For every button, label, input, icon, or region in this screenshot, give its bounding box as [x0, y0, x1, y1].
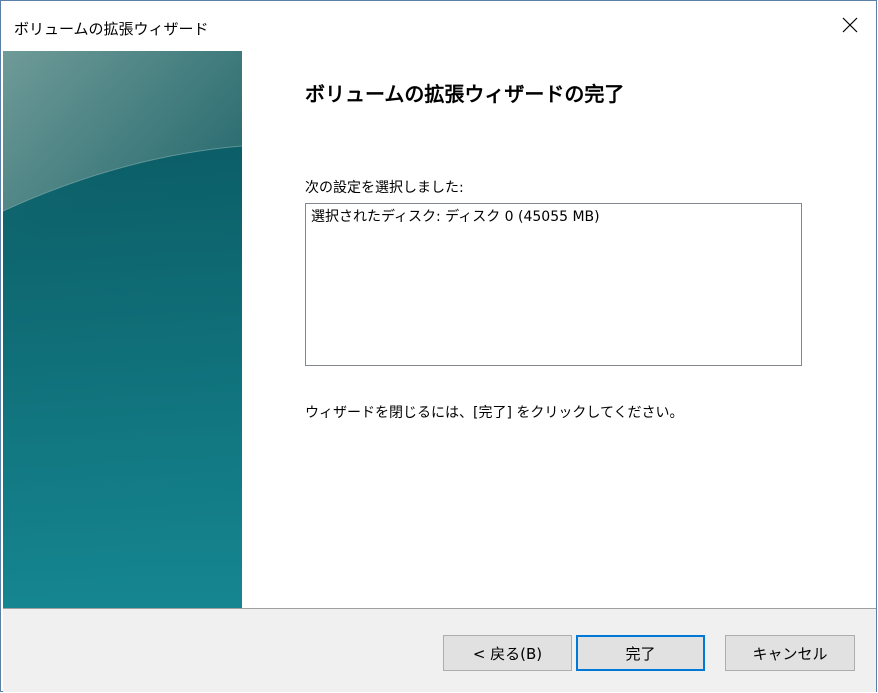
- wizard-window: ボリュームの拡張ウィザード ボリュームの拡張ウィザードの完了 次の設定を選択しま…: [0, 0, 877, 692]
- selected-settings-box[interactable]: 選択されたディスク: ディスク 0 (45055 MB): [305, 203, 802, 366]
- close-icon: [842, 17, 858, 33]
- window-title: ボリュームの拡張ウィザード: [14, 20, 209, 38]
- close-button[interactable]: [832, 11, 868, 41]
- page-title: ボリュームの拡張ウィザードの完了: [305, 82, 625, 106]
- close-instruction-text: ウィザードを閉じるには、[完了] をクリックしてください。: [305, 405, 684, 421]
- settings-line: 選択されたディスク: ディスク 0 (45055 MB): [311, 209, 600, 225]
- title-bar: ボリュームの拡張ウィザード: [1, 1, 876, 51]
- selected-settings-label: 次の設定を選択しました:: [305, 180, 464, 196]
- button-bar: < 戻る(B) 完了 キャンセル: [3, 609, 876, 692]
- finish-button[interactable]: 完了: [576, 635, 705, 671]
- wizard-side-banner: [3, 51, 242, 608]
- back-button[interactable]: < 戻る(B): [443, 635, 572, 671]
- cancel-button[interactable]: キャンセル: [725, 635, 855, 671]
- wizard-content: ボリュームの拡張ウィザードの完了 次の設定を選択しました: 選択されたディスク:…: [242, 51, 876, 608]
